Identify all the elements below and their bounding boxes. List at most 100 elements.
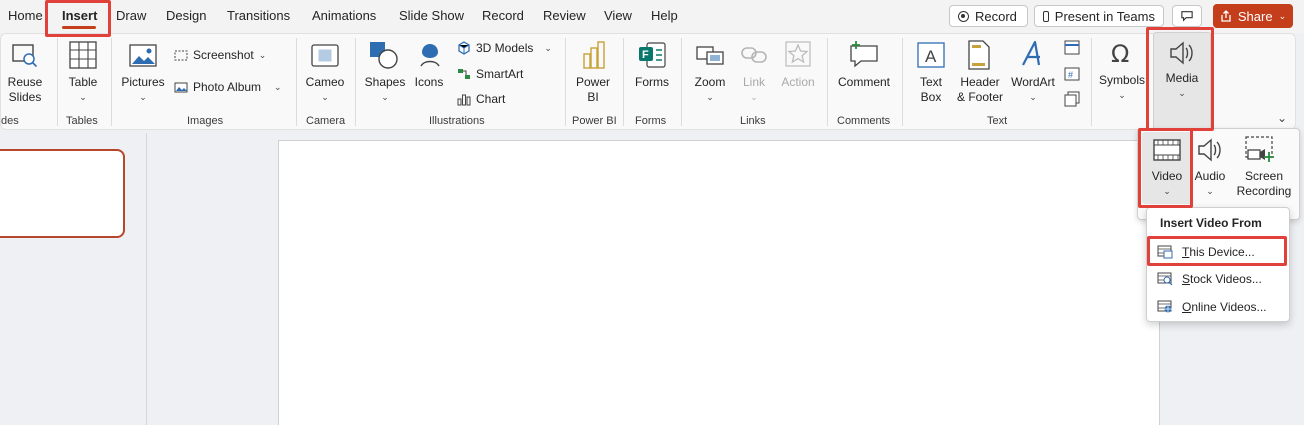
share-button[interactable]: Share ⌄: [1213, 4, 1293, 28]
collapse-ribbon-icon[interactable]: ⌄: [1277, 111, 1287, 125]
reuse-slides-button[interactable]: Reuse Slides: [7, 75, 43, 105]
comments-button[interactable]: [1172, 5, 1202, 27]
group-label-illustrations: Illustrations: [429, 115, 485, 127]
stock-videos-label: tock Videos...: [1190, 272, 1262, 286]
screen-recording-icon: [1245, 136, 1274, 162]
media-button[interactable]: Media ⌄: [1157, 71, 1207, 101]
this-device-label: his Device...: [1189, 245, 1255, 259]
chevron-down-icon: ⌄: [274, 81, 282, 92]
video-button[interactable]: Video ⌄: [1144, 169, 1190, 199]
screenshot-button[interactable]: Screenshot ⌄: [174, 48, 266, 62]
record-button-label: Record: [975, 8, 1017, 24]
group-label-links: Links: [740, 115, 766, 127]
power-bi-button[interactable]: Power BI: [573, 75, 613, 105]
film-strip-icon: [1153, 139, 1181, 161]
smartart-icon: [458, 69, 470, 79]
3d-models-button[interactable]: 3D Models ⌄: [457, 41, 552, 55]
cameo-label: Cameo: [305, 75, 345, 89]
icons-button[interactable]: Icons: [411, 75, 447, 90]
audio-label: Audio: [1194, 169, 1226, 183]
ribbon-tab-bar: Home Insert Draw Design Transitions Anim…: [0, 0, 1304, 33]
group-separator: [623, 38, 624, 126]
slide-thumbnail[interactable]: [0, 149, 125, 238]
pictures-icon: [129, 44, 157, 67]
tab-review[interactable]: Review: [543, 8, 586, 23]
symbols-button[interactable]: Symbols ⌄: [1097, 73, 1147, 103]
cameo-button[interactable]: Cameo ⌄: [305, 75, 345, 105]
cameo-icon: [311, 44, 339, 67]
chevron-down-icon: ⌄: [321, 92, 329, 102]
svg-text:A: A: [925, 47, 937, 66]
table-button[interactable]: Table ⌄: [65, 75, 101, 105]
audio-button[interactable]: Audio ⌄: [1190, 169, 1230, 199]
active-tab-indicator: [62, 26, 96, 29]
date-time-icon[interactable]: [1064, 39, 1080, 55]
menu-item-stock-videos[interactable]: Stock Videos...: [1157, 268, 1283, 290]
text-box-button[interactable]: Text Box: [913, 75, 949, 105]
link-button[interactable]: Link ⌄: [737, 75, 771, 105]
header-footer-button[interactable]: Header & Footer: [953, 75, 1007, 105]
chart-button[interactable]: Chart: [457, 92, 505, 106]
group-separator: [902, 38, 903, 126]
group-label-forms: Forms: [635, 115, 667, 127]
tab-help[interactable]: Help: [651, 8, 678, 23]
svg-text:#: #: [1068, 70, 1073, 80]
record-button[interactable]: Record: [949, 5, 1028, 27]
tab-home[interactable]: Home: [8, 8, 43, 23]
svg-text:F: F: [642, 49, 649, 61]
audio-speaker-icon: [1198, 138, 1221, 162]
tab-slide-show[interactable]: Slide Show: [399, 8, 464, 23]
zoom-button[interactable]: Zoom ⌄: [691, 75, 729, 105]
pictures-button[interactable]: Pictures ⌄: [119, 75, 167, 105]
present-in-teams-label: Present in Teams: [1054, 8, 1155, 24]
menu-item-online-videos[interactable]: Online Videos...: [1157, 296, 1283, 318]
power-bi-label-2: BI: [587, 90, 599, 104]
forms-button[interactable]: Forms: [633, 75, 671, 90]
wordart-button[interactable]: WordArt ⌄: [1009, 75, 1057, 105]
chevron-down-icon: ⌄: [1163, 186, 1171, 196]
chevron-down-icon: ⌄: [381, 92, 389, 102]
smartart-button[interactable]: SmartArt: [457, 67, 523, 81]
action-star-icon: [785, 41, 811, 67]
reuse-slides-label-2: Slides: [8, 90, 42, 104]
online-videos-accel: O: [1182, 300, 1192, 314]
tab-record[interactable]: Record: [482, 8, 524, 23]
this-device-icon: [1157, 245, 1173, 259]
group-label-power-bi: Power BI: [572, 115, 617, 127]
comment-button[interactable]: Comment: [835, 75, 893, 90]
shapes-button[interactable]: Shapes ⌄: [363, 75, 407, 105]
share-icon: [1221, 10, 1231, 22]
chevron-down-icon: ⌄: [1278, 10, 1287, 21]
link-label: Link: [742, 75, 765, 89]
present-in-teams-button[interactable]: Present in Teams: [1034, 5, 1164, 27]
tab-design[interactable]: Design: [166, 8, 206, 23]
thumbnail-pane-divider: [146, 133, 147, 425]
slide-canvas[interactable]: [278, 140, 1160, 425]
screenshot-icon: [174, 50, 188, 61]
media-label: Media: [1165, 71, 1199, 85]
speaker-icon: [1170, 41, 1193, 65]
header-footer-icon: [968, 40, 990, 70]
slide-number-icon[interactable]: #: [1064, 66, 1080, 82]
pictures-label: Pictures: [121, 75, 165, 89]
chevron-down-icon: ⌄: [258, 49, 267, 60]
menu-item-this-device[interactable]: This Device...: [1157, 241, 1283, 263]
group-separator: [296, 38, 297, 126]
action-button[interactable]: Action: [777, 75, 819, 90]
wordart-icon: [1022, 40, 1041, 66]
photo-album-icon: [174, 82, 188, 93]
group-label-tables: Tables: [66, 115, 98, 127]
photo-album-button[interactable]: Photo Album ⌄: [174, 80, 282, 94]
comment-icon: [1181, 11, 1193, 22]
tab-draw[interactable]: Draw: [116, 8, 146, 23]
tab-view[interactable]: View: [604, 8, 632, 23]
power-bi-label-1: Power: [575, 75, 610, 89]
group-label-comments: Comments: [837, 115, 891, 127]
comment-label: Comment: [837, 75, 890, 89]
tab-animations[interactable]: Animations: [312, 8, 376, 23]
screen-recording-button[interactable]: Screen Recording: [1232, 169, 1296, 199]
tab-transitions[interactable]: Transitions: [227, 8, 290, 23]
tab-insert[interactable]: Insert: [62, 8, 97, 23]
object-icon[interactable]: [1064, 91, 1080, 107]
menu-header: Insert Video From: [1160, 216, 1262, 230]
